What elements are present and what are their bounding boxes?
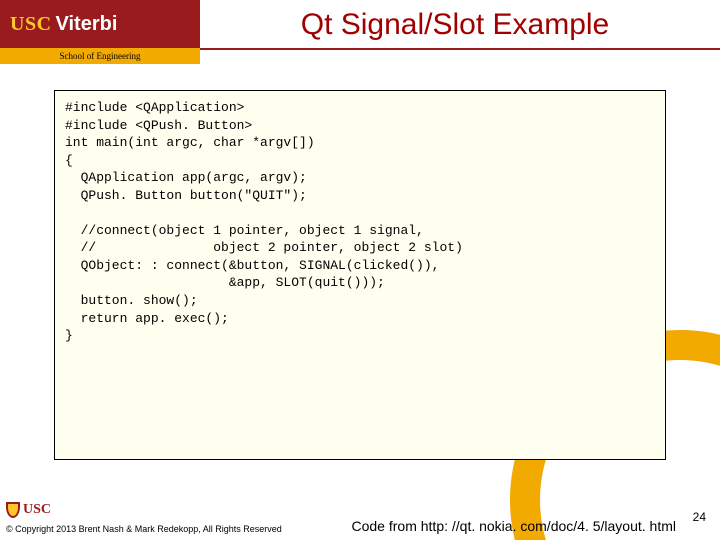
viterbi-wordmark: Viterbi	[56, 13, 118, 36]
copyright-text: © Copyright 2013 Brent Nash & Mark Redek…	[6, 524, 282, 534]
code-box: #include <QApplication> #include <QPush.…	[54, 90, 666, 460]
usc-wordmark: USC	[10, 13, 52, 36]
code-source-text: Code from http: //qt. nokia. com/doc/4. …	[352, 518, 677, 534]
school-line: School of Engineering	[0, 48, 200, 64]
header-divider	[200, 48, 720, 50]
code-content: #include <QApplication> #include <QPush.…	[65, 99, 655, 345]
slide: USC Viterbi School of Engineering Qt Sig…	[0, 0, 720, 540]
usc-shield-text: USC	[23, 502, 51, 518]
page-number: 24	[693, 510, 706, 524]
usc-shield-logo: USC	[6, 502, 51, 518]
shield-icon	[6, 502, 20, 518]
usc-viterbi-logo: USC Viterbi	[0, 0, 200, 48]
slide-title: Qt Signal/Slot Example	[210, 8, 700, 42]
